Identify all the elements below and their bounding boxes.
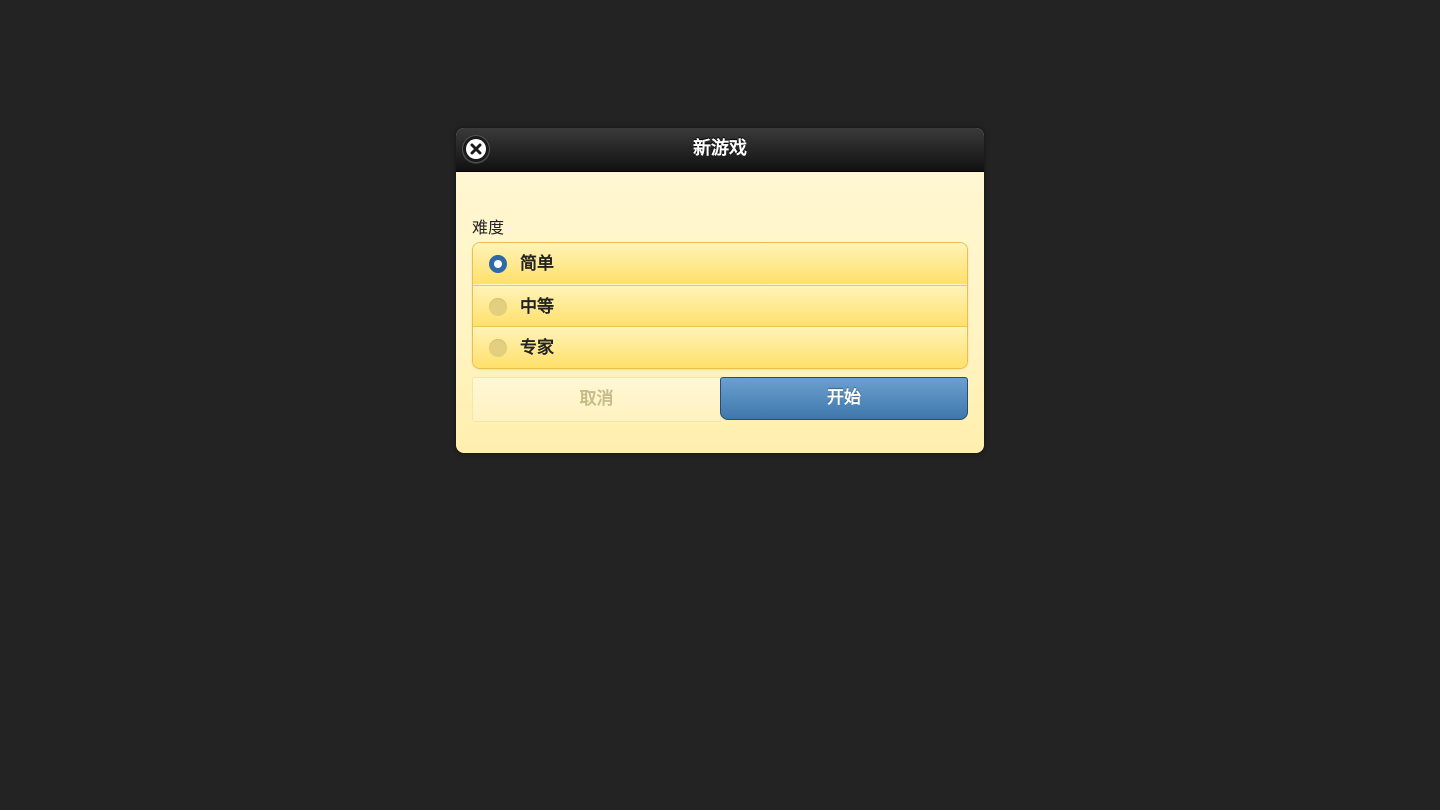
- difficulty-option-medium[interactable]: 中等: [473, 285, 967, 327]
- start-button[interactable]: 开始: [720, 377, 968, 420]
- option-label: 专家: [520, 338, 554, 358]
- difficulty-option-expert[interactable]: 专家: [473, 326, 967, 368]
- option-label: 简单: [520, 254, 554, 274]
- dialog-title: 新游戏: [693, 138, 747, 159]
- option-label: 中等: [520, 297, 554, 317]
- radio-checked-icon: [489, 255, 507, 273]
- new-game-dialog: 新游戏 难度 简单 中等 专家 取消 开始: [456, 128, 984, 453]
- radio-unchecked-icon: [489, 339, 507, 357]
- dialog-titlebar: 新游戏: [456, 128, 984, 172]
- difficulty-option-easy[interactable]: 简单: [473, 243, 967, 284]
- difficulty-radio-group: 简单 中等 专家: [472, 242, 968, 369]
- radio-unchecked-icon: [489, 298, 507, 316]
- cancel-button[interactable]: 取消: [472, 377, 721, 422]
- difficulty-label: 难度: [472, 218, 505, 237]
